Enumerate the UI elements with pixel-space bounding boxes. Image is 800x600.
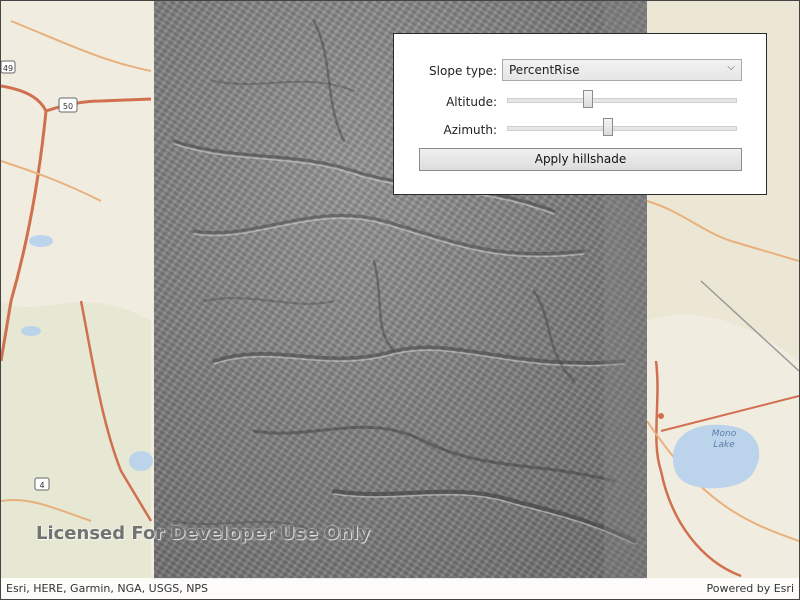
altitude-slider-track[interactable]	[507, 98, 737, 103]
developer-watermark: Licensed For Developer Use Only	[36, 523, 371, 544]
slope-type-label: Slope type:	[429, 64, 497, 78]
apply-hillshade-button[interactable]: Apply hillshade	[419, 148, 742, 171]
azimuth-slider-track[interactable]	[507, 126, 737, 131]
lake-label-line1: Mono	[712, 429, 737, 439]
hillshade-settings-panel: Slope type: PercentRise ⌵ Altitude: Azim…	[393, 33, 767, 195]
route-49-label: 49	[3, 64, 13, 73]
slope-type-value: PercentRise	[509, 63, 580, 77]
azimuth-slider[interactable]	[507, 118, 737, 138]
altitude-slider-thumb[interactable]	[582, 90, 593, 108]
chevron-down-icon: ⌵	[727, 62, 735, 73]
azimuth-slider-thumb[interactable]	[603, 118, 614, 136]
attribution-text[interactable]: Esri, HERE, Garmin, NGA, USGS, NPS	[6, 582, 208, 595]
powered-by-esri: Powered by Esri	[706, 582, 794, 595]
route-4-label: 4	[39, 481, 44, 490]
altitude-label: Altitude:	[446, 95, 497, 109]
slope-type-dropdown[interactable]: PercentRise ⌵	[502, 59, 742, 81]
azimuth-label: Azimuth:	[443, 123, 498, 137]
route-50-label: 50	[63, 102, 73, 111]
lake-label-line2: Lake	[713, 440, 735, 450]
attribution-bar: Esri, HERE, Garmin, NGA, USGS, NPS Power…	[1, 578, 799, 599]
altitude-slider[interactable]	[507, 90, 737, 110]
